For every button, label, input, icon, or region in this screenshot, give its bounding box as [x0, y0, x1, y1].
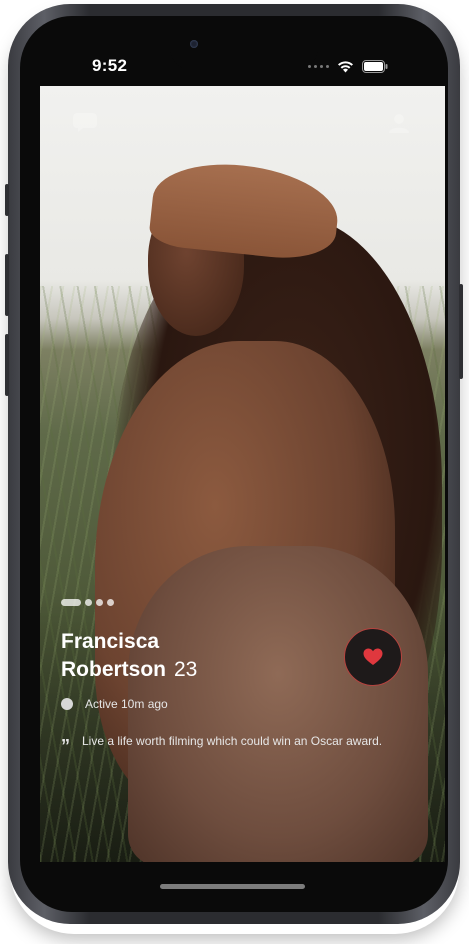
- mute-switch: [5, 184, 9, 216]
- volume-up-button: [5, 254, 9, 316]
- power-button: [459, 284, 463, 379]
- profile-quote-text: Live a life worth filming which could wi…: [82, 734, 383, 748]
- status-dot-icon: [61, 698, 73, 710]
- device-screen: 9:52 Francisca Robertson 23 Active 10m a…: [20, 16, 448, 912]
- carousel-dot[interactable]: [85, 599, 92, 606]
- profile-name: Francisca Robertson 23: [61, 628, 197, 684]
- home-indicator[interactable]: [160, 884, 305, 889]
- profile-first-name: Francisca: [61, 630, 160, 653]
- profile-last-name: Robertson: [61, 658, 166, 681]
- photo-dress: [128, 546, 428, 862]
- quote-icon: ”: [61, 736, 70, 756]
- notch: [170, 16, 318, 70]
- signal-dots-icon: [308, 65, 329, 68]
- volume-down-button: [5, 334, 9, 396]
- device-frame: 9:52 Francisca Robertson 23 Active 10m a…: [5, 4, 463, 924]
- heart-icon: [363, 648, 383, 665]
- battery-icon: [362, 60, 388, 73]
- status-icons: [308, 60, 388, 73]
- active-status: Active 10m ago: [61, 697, 168, 711]
- carousel-dot[interactable]: [96, 599, 103, 606]
- profile-last-name-row: Robertson 23: [61, 656, 197, 684]
- user-icon[interactable]: [388, 112, 410, 134]
- wifi-icon: [338, 61, 353, 73]
- chat-icon[interactable]: [72, 112, 98, 132]
- photo-carousel-indicator[interactable]: [61, 599, 114, 606]
- carousel-dot-active[interactable]: [61, 599, 81, 606]
- status-time: 9:52: [92, 56, 128, 75]
- like-button[interactable]: [344, 628, 402, 686]
- carousel-dot[interactable]: [107, 599, 114, 606]
- profile-age: 23: [174, 658, 198, 681]
- active-status-text: Active 10m ago: [85, 697, 168, 711]
- profile-quote: ” Live a life worth filming which could …: [61, 734, 402, 756]
- camera-icon: [190, 40, 198, 48]
